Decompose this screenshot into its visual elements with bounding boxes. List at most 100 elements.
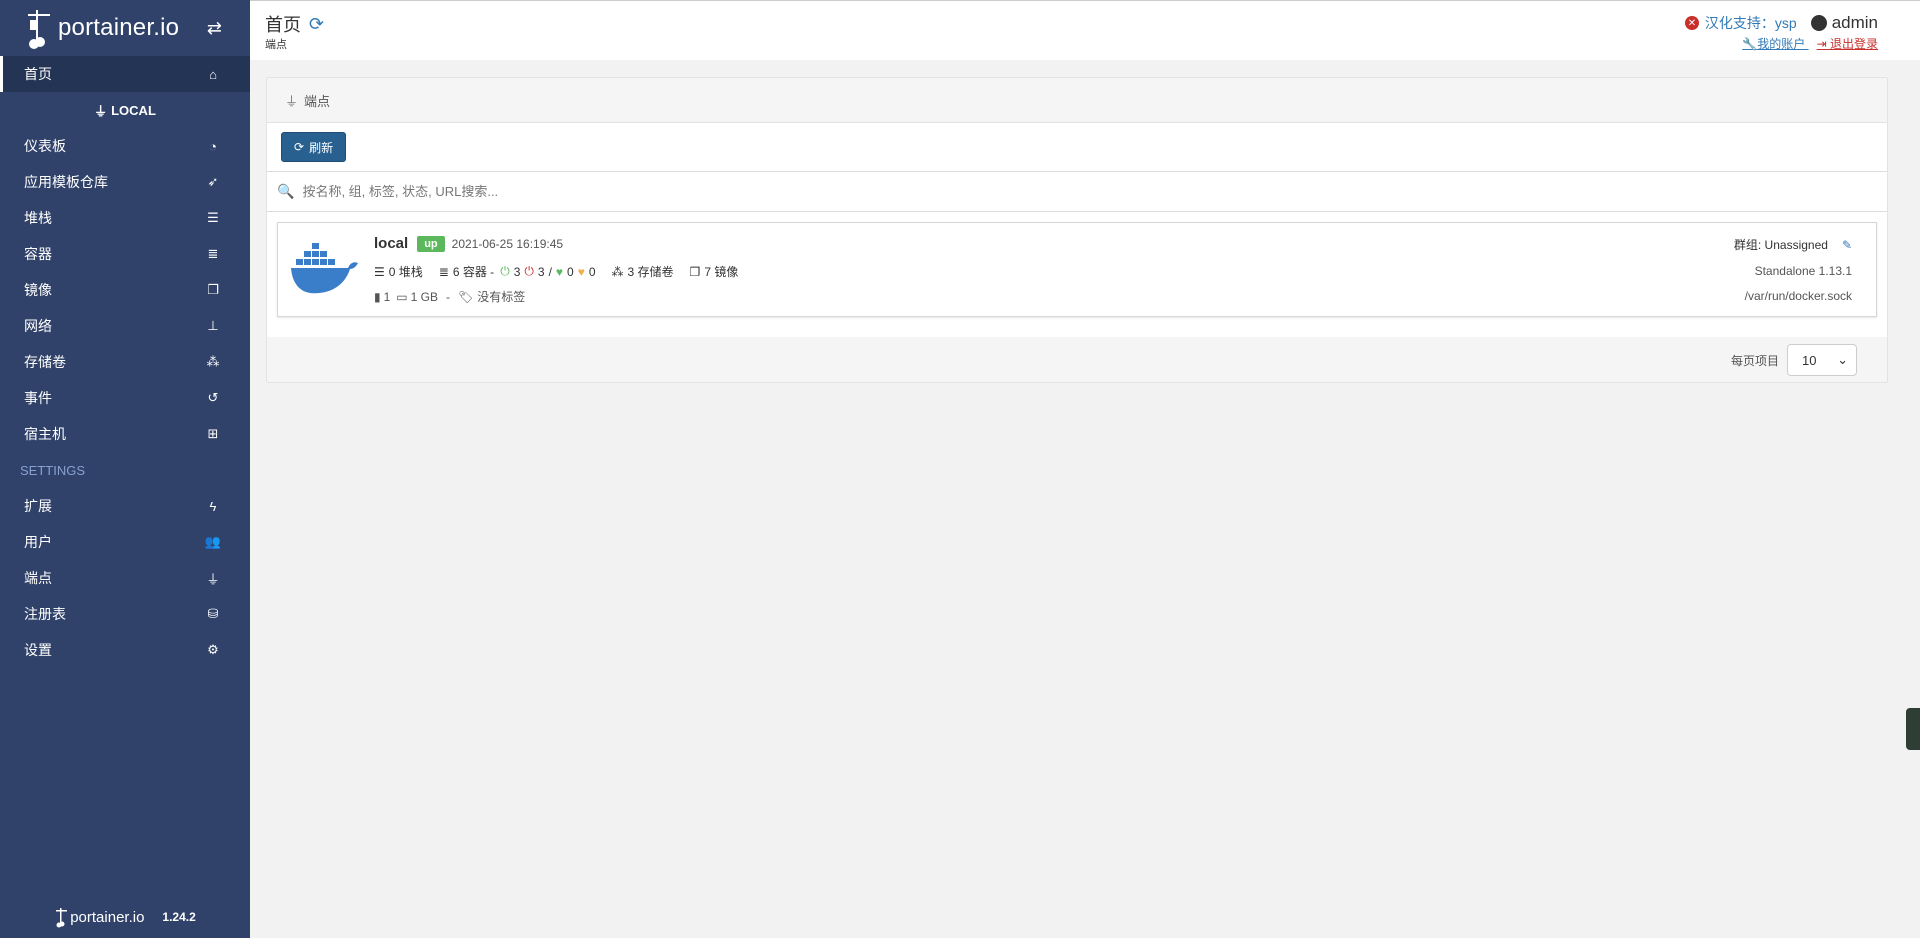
- sidebar-footer: portainer.io 1.24.2: [0, 906, 250, 928]
- user-area: ✕ 汉化支持： ysp admin: [1684, 13, 1878, 33]
- heartbeat-warning-icon: ♥: [577, 264, 585, 279]
- side-scroll-handle[interactable]: [1906, 708, 1920, 750]
- portainer-logo-icon: [56, 908, 68, 928]
- sidebar-item-label: 宿主机: [24, 426, 66, 442]
- sidebar-item-label: 网络: [24, 318, 52, 334]
- th-list-icon: ☰: [374, 264, 385, 279]
- running-count: 3: [513, 264, 521, 279]
- sidebar-item-containers[interactable]: 容器 ≣: [0, 236, 250, 272]
- endpoints-widget: ⏚ 端点 ⟳ 刷新 🔍 按名称, 组, 标签, 状态, URL搜索... loc…: [266, 77, 1888, 383]
- topbar: 首页 ⟳ 端点 ✕ 汉化支持： ysp admin 🔧我的账户 ⇥ 退出登录: [250, 0, 1920, 60]
- endpoint-stats: ☰ 0 堆栈 ≣ 6 容器 - ⏻ 3 ⏻ 3 / ♥ 0 ♥ 0 ⁂ 3 存储…: [374, 263, 738, 280]
- images-count: 7 镜像: [704, 265, 739, 279]
- sidebar-item-volumes[interactable]: 存储卷 ⁂: [0, 344, 250, 380]
- brand[interactable]: portainer.io ⇄: [0, 0, 250, 56]
- sidebar-item-templates[interactable]: 应用模板仓库 ➶: [0, 164, 250, 200]
- endpoint-tags: 没有标签: [477, 290, 526, 304]
- user-circle-icon: [1810, 15, 1827, 31]
- history-icon: ↺: [207, 390, 219, 405]
- sitemap-icon: ⊥: [207, 318, 219, 333]
- volumes-count: 3 存储卷: [627, 265, 674, 279]
- sidebar-item-label: 仪表板: [24, 138, 66, 154]
- endpoint-type: Standalone 1.13.1: [1754, 264, 1852, 278]
- sidebar-item-events[interactable]: 事件 ↺: [0, 380, 250, 416]
- containers-count: 6 容器 -: [452, 265, 495, 279]
- clone-icon: ❐: [207, 282, 219, 297]
- power-on-icon: ⏻: [500, 264, 510, 278]
- refresh-icon: ⟳: [294, 140, 305, 154]
- separator: /: [548, 264, 552, 279]
- endpoint-resources: ▮ 1 ▭ 1 GB - 🏷 没有标签: [374, 288, 525, 305]
- pagination-footer: 每页项目 10 ⌄: [267, 337, 1887, 383]
- sidebar-item-stacks[interactable]: 堆栈 ☰: [0, 200, 250, 236]
- items-per-page-select[interactable]: 10 ⌄: [1787, 344, 1857, 376]
- cogs-icon: ⚙: [207, 642, 219, 657]
- sidebar-item-label: 注册表: [24, 606, 66, 622]
- th-icon: ⊞: [207, 426, 219, 441]
- refresh-button[interactable]: ⟳ 刷新: [281, 132, 347, 162]
- sidebar-item-networks[interactable]: 网络 ⊥: [0, 308, 250, 344]
- cpu-icon: ▮: [374, 289, 381, 304]
- sidebar-item-dashboard[interactable]: 仪表板 ◔: [0, 128, 250, 164]
- search-icon: 🔍: [277, 183, 295, 199]
- portainer-logo-icon: [28, 10, 50, 49]
- sidebar-item-label: 用户: [24, 534, 52, 550]
- status-badge: up: [417, 235, 445, 252]
- widget-toolbar: ⟳ 刷新: [267, 123, 1887, 172]
- database-icon: ⛁: [207, 606, 219, 621]
- sidebar-item-extensions[interactable]: 扩展 ϟ: [0, 488, 250, 524]
- sidebar-item-label: 首页: [24, 66, 52, 82]
- settings-section-title: SETTINGS: [20, 462, 86, 478]
- support-name[interactable]: ysp: [1775, 15, 1797, 31]
- server-icon: ≣: [438, 264, 449, 279]
- bolt-icon: ϟ: [209, 498, 217, 514]
- tachometer-icon: ◔: [209, 138, 217, 154]
- stopped-count: 3: [537, 264, 545, 279]
- plug-icon: ⏚: [94, 103, 108, 119]
- refresh-icon[interactable]: ⟳: [309, 14, 324, 35]
- sidebar-item-users[interactable]: 用户 👥: [0, 524, 250, 560]
- rocket-icon: ➶: [207, 174, 219, 189]
- items-per-page-label: 每页项目: [1730, 353, 1779, 368]
- widget-header: ⏚ 端点: [267, 78, 1887, 123]
- user-links: 🔧我的账户 ⇥ 退出登录: [1742, 35, 1878, 52]
- users-icon: 👥: [204, 534, 222, 549]
- endpoint-name: local: [374, 235, 409, 252]
- sidebar-item-endpoints[interactable]: 端点 ⏚: [0, 560, 250, 596]
- edit-icon[interactable]: ✎: [1842, 238, 1852, 252]
- sidebar-item-label: 端点: [24, 570, 52, 586]
- memory-icon: ▭: [396, 289, 408, 304]
- sidebar-item-host[interactable]: 宿主机 ⊞: [0, 416, 250, 452]
- my-account-link[interactable]: 🔧我的账户: [1742, 37, 1808, 51]
- sidebar-item-label: 扩展: [24, 498, 52, 514]
- sidebar-item-settings[interactable]: 设置 ⚙: [0, 632, 250, 668]
- error-icon: ✕: [1684, 16, 1699, 30]
- server-icon: ≣: [207, 246, 219, 261]
- sidebar-endpoint-name: ⏚ LOCAL: [94, 102, 156, 119]
- endpoint-url: /var/run/docker.sock: [1744, 289, 1852, 303]
- sidebar: portainer.io ⇄ 首页 ⌂ ⏚ LOCAL 仪表板 ◔ 应用模板仓库…: [0, 0, 250, 938]
- sidebar-toggle-icon[interactable]: ⇄: [207, 18, 222, 39]
- brand-name: portainer.io: [58, 14, 180, 41]
- sidebar-item-label: 设置: [24, 642, 52, 658]
- sidebar-item-home[interactable]: 首页 ⌂: [0, 56, 250, 92]
- plug-icon: ⏚: [285, 93, 299, 109]
- chevron-down-icon: ⌄: [1837, 352, 1848, 367]
- sidebar-item-registries[interactable]: 注册表 ⛁: [0, 596, 250, 632]
- clone-icon: ❐: [689, 264, 701, 279]
- search-input[interactable]: [302, 184, 903, 199]
- footer-version: 1.24.2: [162, 910, 196, 924]
- sidebar-item-images[interactable]: 镜像 ❐: [0, 272, 250, 308]
- sidebar-item-label: 堆栈: [24, 210, 52, 226]
- endpoint-timestamp: 2021-06-25 16:19:45: [451, 236, 564, 251]
- endpoint-card[interactable]: local up 2021-06-25 16:19:45 ☰ 0 堆栈 ≣ 6 …: [277, 222, 1877, 317]
- username: admin: [1810, 13, 1878, 33]
- cubes-icon: ⁂: [206, 354, 220, 369]
- endpoint-list: local up 2021-06-25 16:19:45 ☰ 0 堆栈 ≣ 6 …: [267, 212, 1887, 337]
- logout-link[interactable]: ⇥ 退出登录: [1817, 37, 1878, 51]
- docker-logo-icon: [291, 243, 358, 294]
- sidebar-item-label: 镜像: [24, 282, 52, 298]
- cpu-count: 1: [383, 289, 391, 304]
- th-list-icon: ☰: [207, 210, 219, 225]
- page-title-text: 首页: [265, 15, 301, 35]
